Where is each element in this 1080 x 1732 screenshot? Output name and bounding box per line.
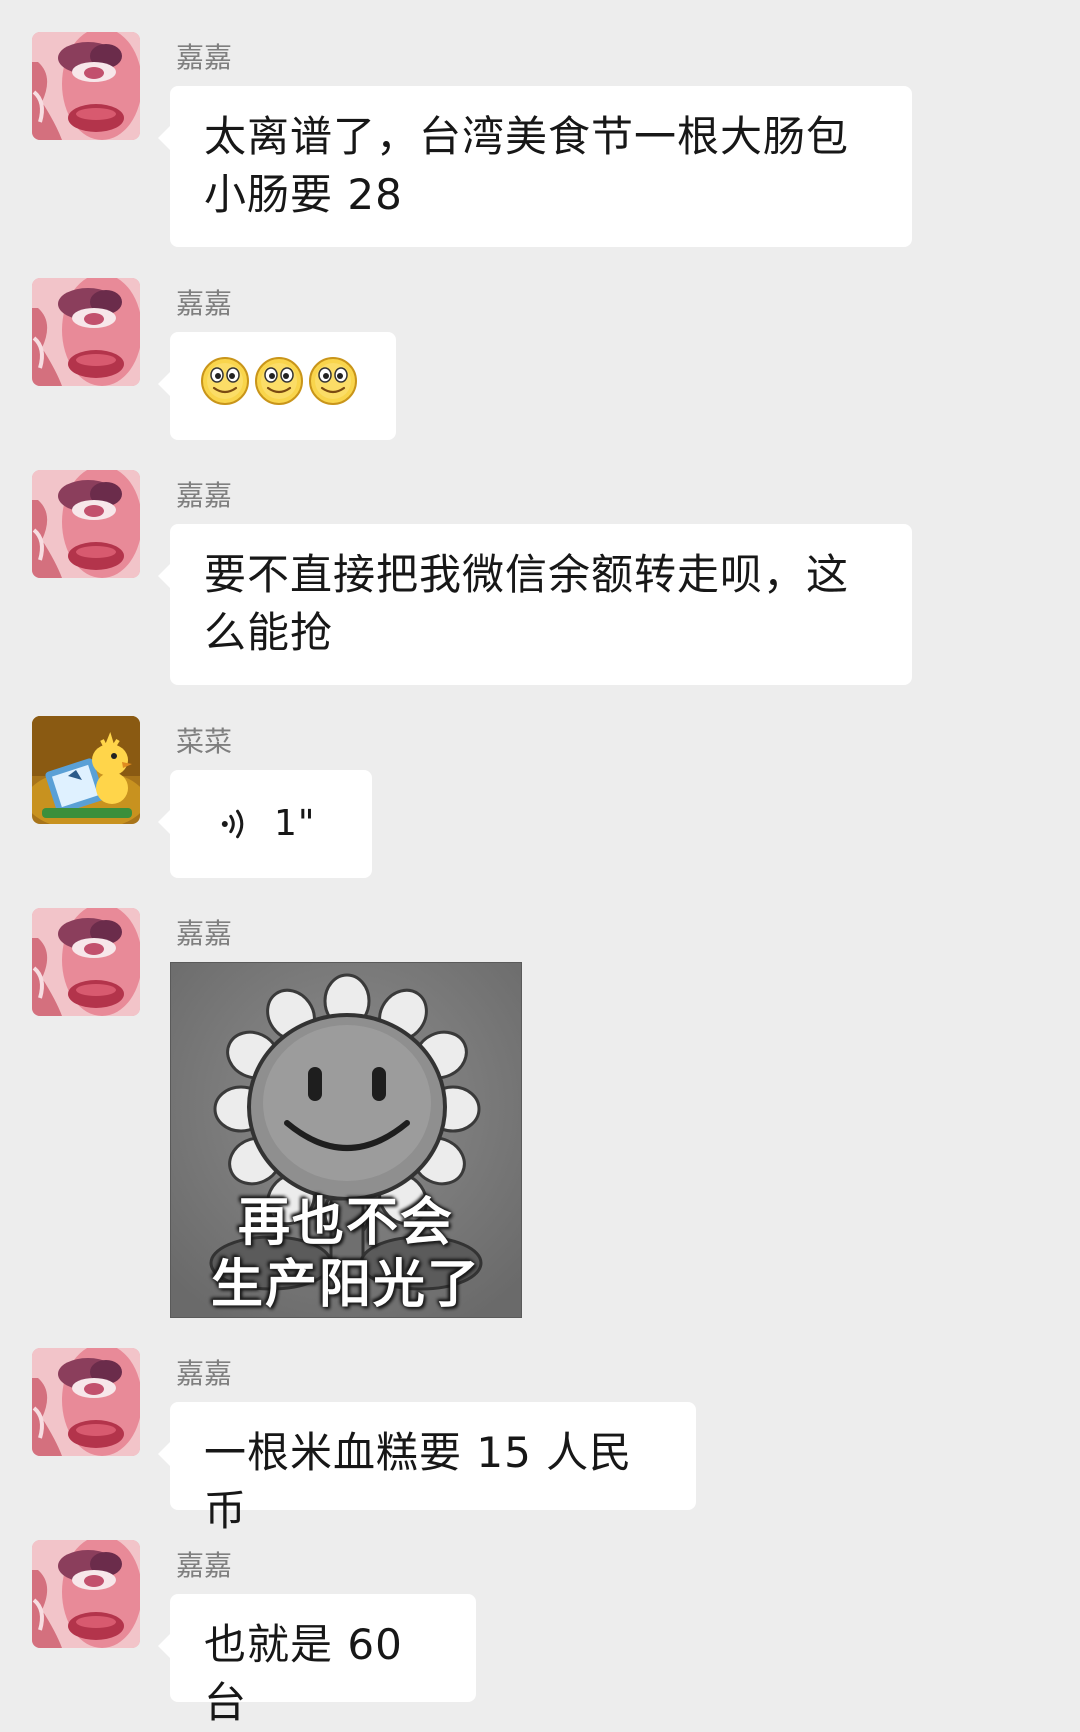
sender-name: 嘉嘉 <box>176 287 233 320</box>
pink-face-avatar-icon[interactable] <box>32 32 140 140</box>
message-bubble[interactable] <box>158 332 396 440</box>
sender-name: 嘉嘉 <box>176 41 233 74</box>
emoji-row <box>200 352 366 410</box>
voice-message: 1" <box>218 795 324 853</box>
voice-wave-icon <box>218 804 252 844</box>
sender-name: 嘉嘉 <box>176 479 233 512</box>
message-bubble[interactable]: 一根米血糕要 15 人民币 <box>158 1402 696 1535</box>
sender-name: 嘉嘉 <box>176 917 233 950</box>
message-text-line: 小肠要 28 <box>204 170 403 219</box>
pink-face-avatar-icon[interactable] <box>32 470 140 578</box>
pink-face-avatar-icon[interactable] <box>32 908 140 1016</box>
message-text-line: 太离谱了，台湾美食节一根大肠包 <box>204 112 850 161</box>
yellow-bird-avatar-icon[interactable] <box>32 716 140 824</box>
sticker-caption-line: 再也不会 <box>237 1193 454 1253</box>
message-bubble[interactable]: 也就是 60 台 <box>158 1594 476 1727</box>
pink-face-avatar-icon[interactable] <box>32 278 140 386</box>
sticker-message[interactable]: 再也不会 生产阳光了 <box>170 962 522 1318</box>
chat-area: 嘉嘉 太离谱了，台湾美食节一根大肠包 小肠要 28 嘉嘉 嘉嘉 要不直接把我微信… <box>0 0 1080 1731</box>
smiley-face-icon <box>200 356 250 406</box>
smiley-face-icon <box>254 356 304 406</box>
sender-name: 菜菜 <box>176 725 233 758</box>
message-text: 也就是 60 台 <box>204 1620 403 1727</box>
message-bubble[interactable]: 要不直接把我微信余额转走呗，这 么能抢 <box>158 524 912 685</box>
sticker-caption-line: 生产阳光了 <box>210 1255 481 1315</box>
message-bubble[interactable]: 太离谱了，台湾美食节一根大肠包 小肠要 28 <box>158 86 912 247</box>
sender-name: 嘉嘉 <box>176 1357 233 1390</box>
voice-message-bubble[interactable]: 1" <box>158 770 372 878</box>
message-text: 一根米血糕要 15 人民币 <box>204 1428 633 1535</box>
sender-name: 嘉嘉 <box>176 1549 233 1582</box>
pink-face-avatar-icon[interactable] <box>32 1540 140 1648</box>
message-text-line: 么能抢 <box>204 608 334 657</box>
pink-face-avatar-icon[interactable] <box>32 1348 140 1456</box>
smiley-face-icon <box>308 356 358 406</box>
voice-duration: 1" <box>274 803 316 844</box>
message-text-line: 要不直接把我微信余额转走呗，这 <box>204 550 850 599</box>
